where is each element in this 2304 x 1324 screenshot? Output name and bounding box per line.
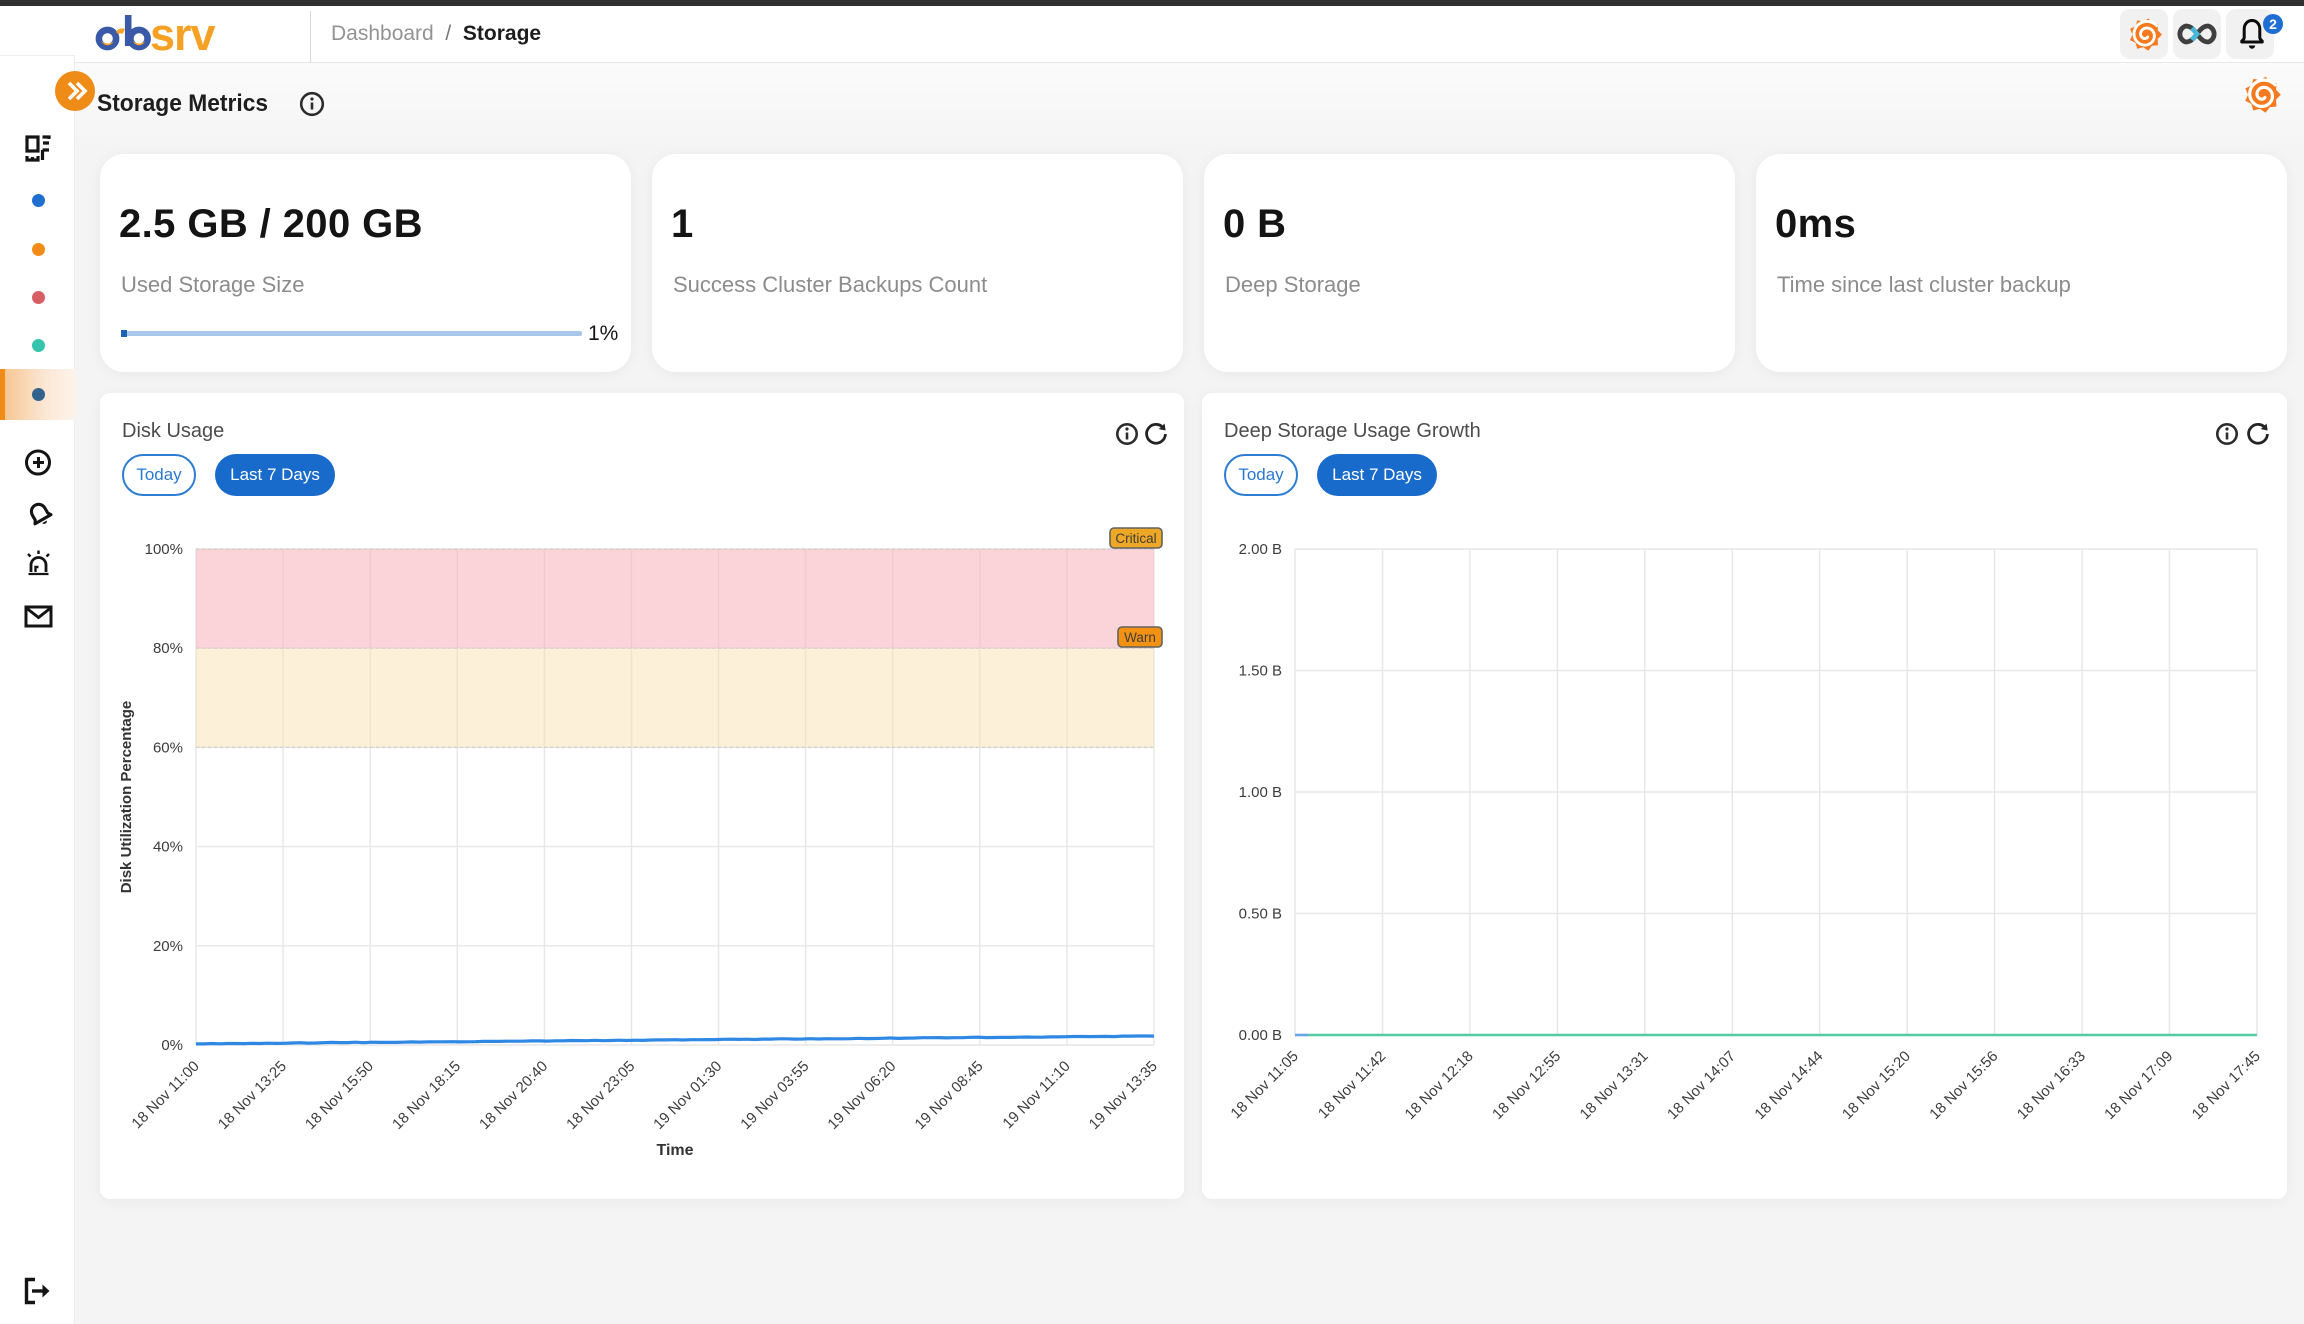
svg-text:19 Nov 06:20: 19 Nov 06:20: [824, 1058, 899, 1133]
svg-text:80%: 80%: [153, 640, 183, 657]
svg-text:100%: 100%: [145, 541, 183, 558]
svg-text:18 Nov 15:56: 18 Nov 15:56: [1926, 1048, 2001, 1123]
svg-text:18 Nov 15:50: 18 Nov 15:50: [302, 1058, 377, 1133]
svg-text:18 Nov 20:40: 18 Nov 20:40: [476, 1058, 551, 1133]
svg-text:18 Nov 11:05: 18 Nov 11:05: [1227, 1048, 1301, 1122]
svg-text:19 Nov 01:30: 19 Nov 01:30: [650, 1058, 725, 1133]
svg-text:1.00 B: 1.00 B: [1239, 784, 1282, 801]
svg-text:srv: srv: [150, 10, 216, 60]
svg-text:19 Nov 03:55: 19 Nov 03:55: [737, 1058, 812, 1133]
svg-text:18 Nov 13:25: 18 Nov 13:25: [215, 1058, 290, 1133]
svg-text:19 Nov 08:45: 19 Nov 08:45: [912, 1058, 987, 1133]
svg-text:0%: 0%: [161, 1037, 183, 1054]
svg-text:18 Nov 15:20: 18 Nov 15:20: [1839, 1048, 1914, 1123]
svg-text:1.50 B: 1.50 B: [1239, 663, 1282, 680]
svg-text:60%: 60%: [153, 739, 183, 756]
svg-text:18 Nov 17:09: 18 Nov 17:09: [2101, 1048, 2176, 1123]
svg-text:19 Nov 11:10: 19 Nov 11:10: [999, 1058, 1073, 1132]
svg-text:0.50 B: 0.50 B: [1239, 906, 1282, 923]
svg-text:40%: 40%: [153, 839, 183, 856]
svg-text:18 Nov 18:15: 18 Nov 18:15: [389, 1058, 464, 1133]
svg-text:18 Nov 12:18: 18 Nov 12:18: [1402, 1048, 1477, 1123]
svg-text:18 Nov 14:07: 18 Nov 14:07: [1664, 1048, 1739, 1123]
svg-text:18 Nov 11:42: 18 Nov 11:42: [1315, 1048, 1389, 1122]
svg-text:20%: 20%: [153, 938, 183, 955]
svg-text:18 Nov 17:45: 18 Nov 17:45: [2189, 1048, 2264, 1123]
svg-text:18 Nov 23:05: 18 Nov 23:05: [563, 1058, 638, 1133]
svg-text:Time: Time: [656, 1142, 693, 1159]
svg-text:Warn: Warn: [1124, 630, 1156, 645]
svg-text:18 Nov 11:00: 18 Nov 11:00: [128, 1058, 202, 1132]
svg-text:2.00 B: 2.00 B: [1239, 541, 1282, 558]
svg-text:0.00 B: 0.00 B: [1239, 1027, 1282, 1044]
svg-text:Critical: Critical: [1115, 531, 1156, 546]
svg-text:18 Nov 14:44: 18 Nov 14:44: [1751, 1048, 1826, 1123]
svg-text:Disk Utilization Percentage: Disk Utilization Percentage: [118, 701, 135, 894]
svg-text:18 Nov 16:33: 18 Nov 16:33: [2014, 1048, 2089, 1123]
svg-text:19 Nov 13:35: 19 Nov 13:35: [1086, 1058, 1161, 1133]
svg-text:18 Nov 12:55: 18 Nov 12:55: [1489, 1048, 1564, 1123]
svg-text:18 Nov 13:31: 18 Nov 13:31: [1577, 1048, 1652, 1123]
